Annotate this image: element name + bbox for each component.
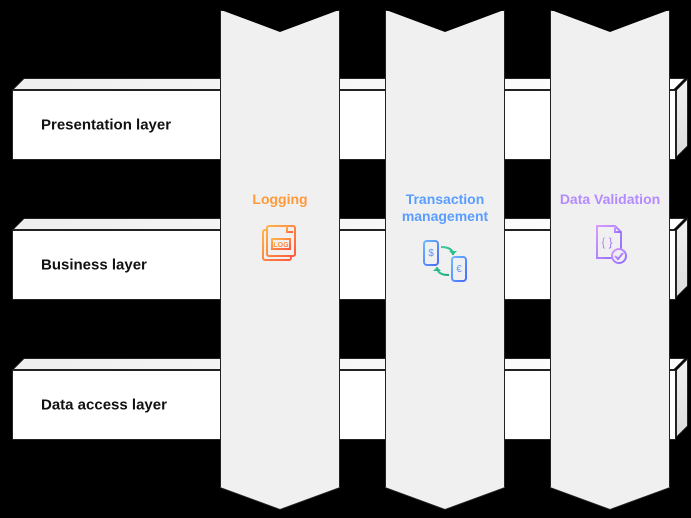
svg-text:$: $ <box>428 248 434 259</box>
pillar-title: Transaction management <box>386 191 504 225</box>
svg-text:LOG: LOG <box>273 242 289 249</box>
pillar-title: Logging <box>221 191 339 208</box>
pillar-title: Data Validation <box>551 191 669 208</box>
layer-label: Data access layer <box>41 397 167 414</box>
layer-label: Business layer <box>41 257 147 274</box>
svg-text:{ }: { } <box>601 235 612 249</box>
pillar-data-validation: Data Validation { } <box>550 10 670 488</box>
pillar-transaction-management: Transaction management $ € <box>385 10 505 488</box>
transaction-exchange-icon: $ € <box>419 237 471 290</box>
svg-text:€: € <box>456 264 462 275</box>
layer-label: Presentation layer <box>41 117 171 134</box>
data-validation-icon: { } <box>587 220 633 271</box>
log-file-icon: LOG <box>257 220 303 271</box>
pillar-logging: Logging LOG <box>220 10 340 488</box>
